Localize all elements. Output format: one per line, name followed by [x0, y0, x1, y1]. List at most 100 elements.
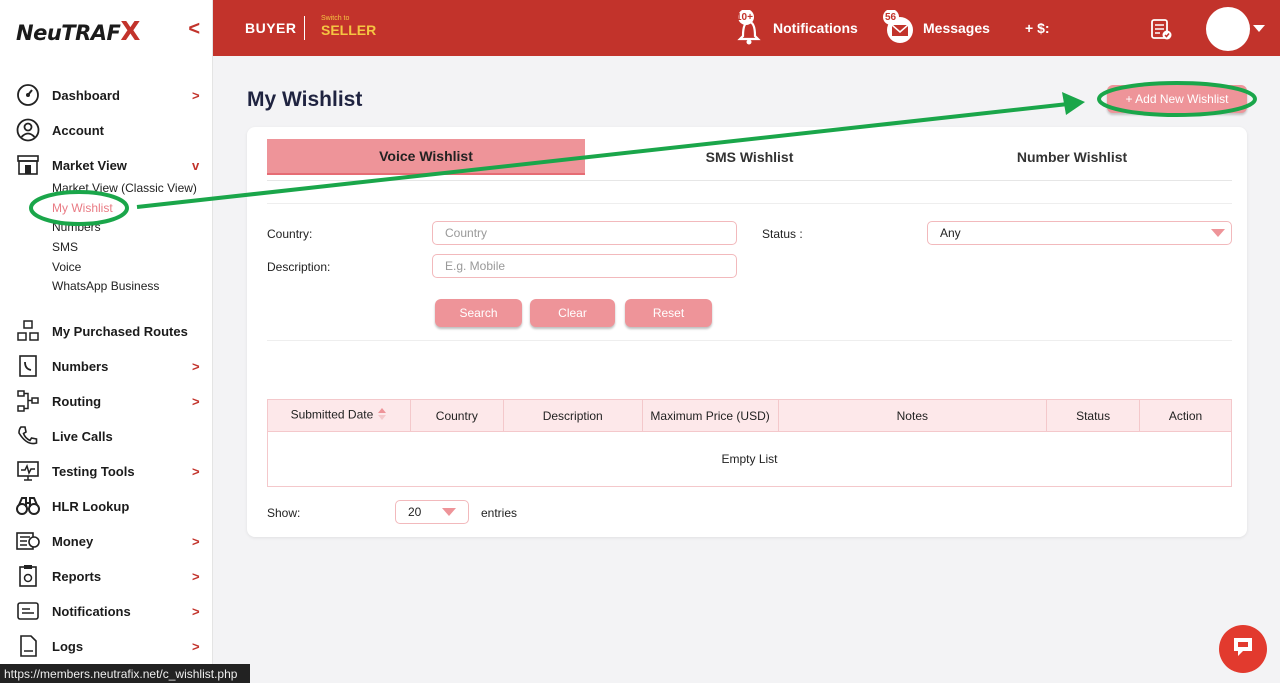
column-action: Action [1139, 399, 1232, 432]
money-icon [15, 528, 41, 554]
filter-divider-bottom [267, 340, 1232, 341]
report-icon [15, 563, 41, 589]
sidebar-item-account[interactable]: Account [0, 115, 213, 145]
messages-button[interactable]: 56 Messages [883, 8, 990, 48]
sidebar-item-reports[interactable]: Reports > [0, 561, 213, 591]
search-button[interactable]: Search [435, 299, 522, 327]
status-label: Status : [762, 227, 803, 241]
logo[interactable]: NeuTRAFX [16, 17, 140, 47]
tab-sms-wishlist[interactable]: SMS Wishlist [592, 139, 907, 175]
sidebar-item-dashboard[interactable]: Dashboard > [0, 80, 213, 110]
network-icon [15, 388, 41, 414]
description-input[interactable]: E.g. Mobile [432, 254, 737, 278]
avatar[interactable] [1206, 7, 1250, 51]
column-description: Description [502, 399, 643, 432]
entries-label: entries [481, 506, 518, 520]
speedometer-icon [15, 82, 41, 108]
sidebar: NeuTRAFX < Dashboard > Account Market Vi… [0, 0, 213, 683]
annotation-arrowhead [1062, 92, 1085, 115]
chevron-right-icon: > [192, 638, 200, 654]
phone-book-icon [15, 353, 41, 379]
switch-to-seller-button[interactable]: SELLER [321, 22, 376, 38]
sidebar-item-money[interactable]: Money > [0, 526, 213, 556]
bell-icon: 10+ [733, 9, 765, 46]
sidebar-sub-market-classic[interactable]: Market View (Classic View) [52, 181, 197, 195]
chevron-right-icon: > [192, 393, 200, 409]
user-icon [15, 117, 41, 143]
table-row: Empty List [267, 431, 1232, 487]
sidebar-sub-voice[interactable]: Voice [52, 260, 81, 274]
sidebar-item-logs[interactable]: Logs > [0, 631, 213, 661]
sidebar-sub-sms[interactable]: SMS [52, 240, 78, 254]
column-status: Status [1046, 399, 1141, 432]
sidebar-sub-whatsapp[interactable]: WhatsApp Business [52, 279, 159, 293]
chevron-right-icon: > [192, 568, 200, 584]
chevron-right-icon: > [192, 603, 200, 619]
description-label: Description: [267, 260, 331, 274]
sidebar-item-hlr-lookup[interactable]: HLR Lookup [0, 491, 213, 521]
tab-voice-wishlist[interactable]: Voice Wishlist [267, 139, 585, 175]
clipboard-icon[interactable] [1149, 17, 1173, 46]
messages-badge: 56 [885, 12, 897, 23]
wishlist-card: Voice Wishlist SMS Wishlist Number Wishl… [247, 127, 1247, 537]
sidebar-item-live-calls[interactable]: Live Calls [0, 421, 213, 451]
phone-call-icon [15, 423, 41, 449]
sidebar-item-purchased-routes[interactable]: My Purchased Routes [0, 316, 213, 346]
collapse-sidebar-button[interactable]: < [188, 18, 200, 41]
monitor-icon [15, 458, 41, 484]
chevron-down-icon[interactable] [1253, 25, 1265, 32]
account-balance[interactable]: + $: [1025, 20, 1050, 36]
buyer-mode-label[interactable]: BUYER [245, 20, 297, 36]
sidebar-item-numbers[interactable]: Numbers > [0, 351, 213, 381]
logs-icon [15, 633, 41, 659]
column-submitted-date[interactable]: Submitted Date [267, 399, 411, 432]
chevron-right-icon: > [192, 87, 200, 103]
sidebar-item-notifications[interactable]: Notifications > [0, 596, 213, 626]
status-bar-url: https://members.neutrafix.net/c_wishlist… [0, 664, 250, 683]
notifications-button[interactable]: 10+ Notifications [733, 8, 858, 48]
notifications-badge: 10+ [736, 12, 753, 23]
storefront-icon [15, 152, 41, 178]
sort-icon [377, 407, 387, 424]
header-divider [304, 16, 305, 40]
reset-button[interactable]: Reset [625, 299, 712, 327]
chevron-right-icon: > [192, 463, 200, 479]
bell-icon [15, 598, 41, 624]
chevron-right-icon: > [192, 533, 200, 549]
status-selected-value: Any [940, 226, 961, 240]
logo-bar: NeuTRAFX < [0, 0, 212, 64]
chat-button[interactable] [1219, 625, 1267, 673]
column-country: Country [409, 399, 504, 432]
show-label: Show: [267, 506, 301, 520]
sidebar-sub-numbers[interactable]: Numbers [52, 220, 101, 234]
binoculars-icon [15, 493, 41, 519]
page-title: My Wishlist [247, 88, 363, 111]
switch-to-label: Switch to [321, 15, 350, 22]
tab-number-wishlist[interactable]: Number Wishlist [912, 139, 1232, 175]
clear-button[interactable]: Clear [530, 299, 615, 327]
chevron-down-icon [442, 508, 456, 516]
messages-label: Messages [923, 20, 990, 36]
envelope-icon: 56 [883, 9, 915, 46]
chevron-down-icon: v [192, 157, 200, 173]
wishlist-tabs: Voice Wishlist SMS Wishlist Number Wishl… [267, 139, 1232, 181]
status-select[interactable]: Any [927, 221, 1232, 245]
filter-divider-top [267, 203, 1232, 204]
sidebar-item-testing-tools[interactable]: Testing Tools > [0, 456, 213, 486]
empty-list-message: Empty List [267, 431, 1232, 487]
country-label: Country: [267, 227, 313, 241]
chevron-down-icon [1211, 229, 1225, 237]
sidebar-item-routing[interactable]: Routing > [0, 386, 213, 416]
page-size-select[interactable]: 20 [395, 500, 469, 524]
top-header: BUYER Switch to SELLER 10+ Notifications… [213, 0, 1280, 56]
column-max-price: Maximum Price (USD) [641, 399, 779, 432]
column-notes: Notes [777, 399, 1048, 432]
add-new-wishlist-button[interactable]: + Add New Wishlist [1107, 85, 1247, 113]
table-header-row: Submitted Date Country Description Maxim… [267, 399, 1232, 432]
page-size-value: 20 [408, 505, 422, 519]
sidebar-item-market-view[interactable]: Market View v [0, 150, 213, 180]
country-input[interactable]: Country [432, 221, 737, 245]
sidebar-sub-my-wishlist[interactable]: My Wishlist [52, 201, 113, 215]
chat-bubble-icon [1230, 634, 1256, 665]
boxes-icon [15, 318, 41, 344]
